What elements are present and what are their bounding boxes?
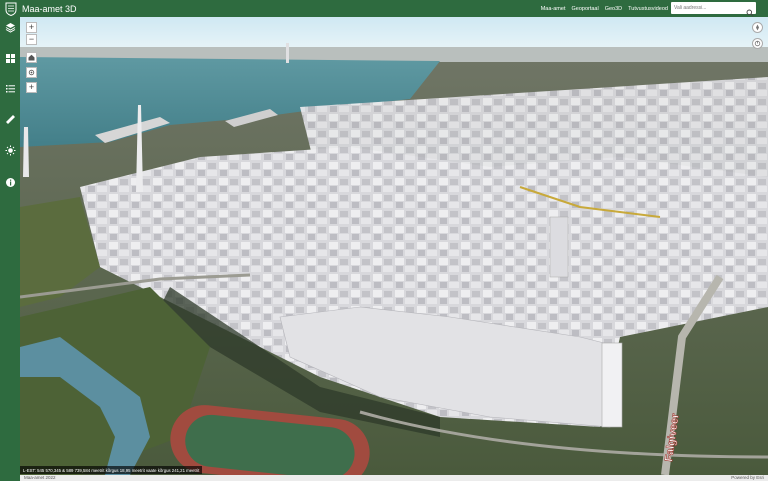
- church-spire: [23, 127, 29, 177]
- top-bar: Maa-amet 3D Maa-amet Geoportaal Geo3D Tu…: [0, 0, 768, 17]
- link-geoportaal[interactable]: Geoportaal: [571, 6, 598, 12]
- link-tutvustusvideod[interactable]: Tutvustusvideod: [628, 6, 668, 12]
- add-button[interactable]: +: [26, 82, 37, 93]
- app-window: Maa-amet 3D Maa-amet Geoportaal Geo3D Tu…: [0, 0, 768, 481]
- map-3d-view[interactable]: Falgiveer + − +: [20, 17, 768, 475]
- ruler-icon[interactable]: [3, 112, 17, 126]
- home-icon: [28, 54, 35, 61]
- sun-icon[interactable]: [3, 143, 17, 157]
- tower: [601, 342, 623, 428]
- locate-button[interactable]: [26, 67, 37, 78]
- tv-tower: [286, 43, 289, 63]
- layers-icon[interactable]: [3, 20, 17, 34]
- powered-by-link[interactable]: Powered by Esri: [731, 475, 764, 481]
- search-icon[interactable]: [746, 4, 754, 17]
- left-toolbar: [0, 17, 20, 481]
- grid-icon[interactable]: [3, 51, 17, 65]
- footer-bar: Maa-amet 2022 Powered by Esri: [20, 475, 768, 481]
- link-geo3d[interactable]: Geo3D: [605, 6, 622, 12]
- info-icon[interactable]: [3, 175, 17, 189]
- compass-icon: [756, 24, 759, 31]
- top-links: Maa-amet Geoportaal Geo3D Tutvustusvideo…: [541, 0, 668, 17]
- rotate-icon: [754, 40, 761, 47]
- search-box: [671, 2, 756, 17]
- map-scene: Falgiveer: [20, 17, 768, 475]
- search-input[interactable]: [671, 5, 743, 11]
- locate-icon: [28, 69, 35, 76]
- home-button[interactable]: [26, 52, 37, 63]
- app-title: Maa-amet 3D: [22, 3, 77, 14]
- tower: [549, 216, 569, 278]
- zoom-in-button[interactable]: +: [26, 22, 37, 33]
- zoom-out-button[interactable]: −: [26, 34, 37, 45]
- link-maa-amet[interactable]: Maa-amet: [541, 6, 566, 12]
- coat-of-arms-logo[interactable]: [3, 1, 18, 16]
- list-icon[interactable]: [3, 81, 17, 95]
- compass-button[interactable]: [752, 22, 763, 33]
- copyright-text: Maa-amet 2022: [24, 475, 56, 480]
- rotate-button[interactable]: [752, 38, 763, 49]
- coordinate-readout: L-EST: 545 570,345 & 589 739,584 meetrit…: [20, 466, 203, 474]
